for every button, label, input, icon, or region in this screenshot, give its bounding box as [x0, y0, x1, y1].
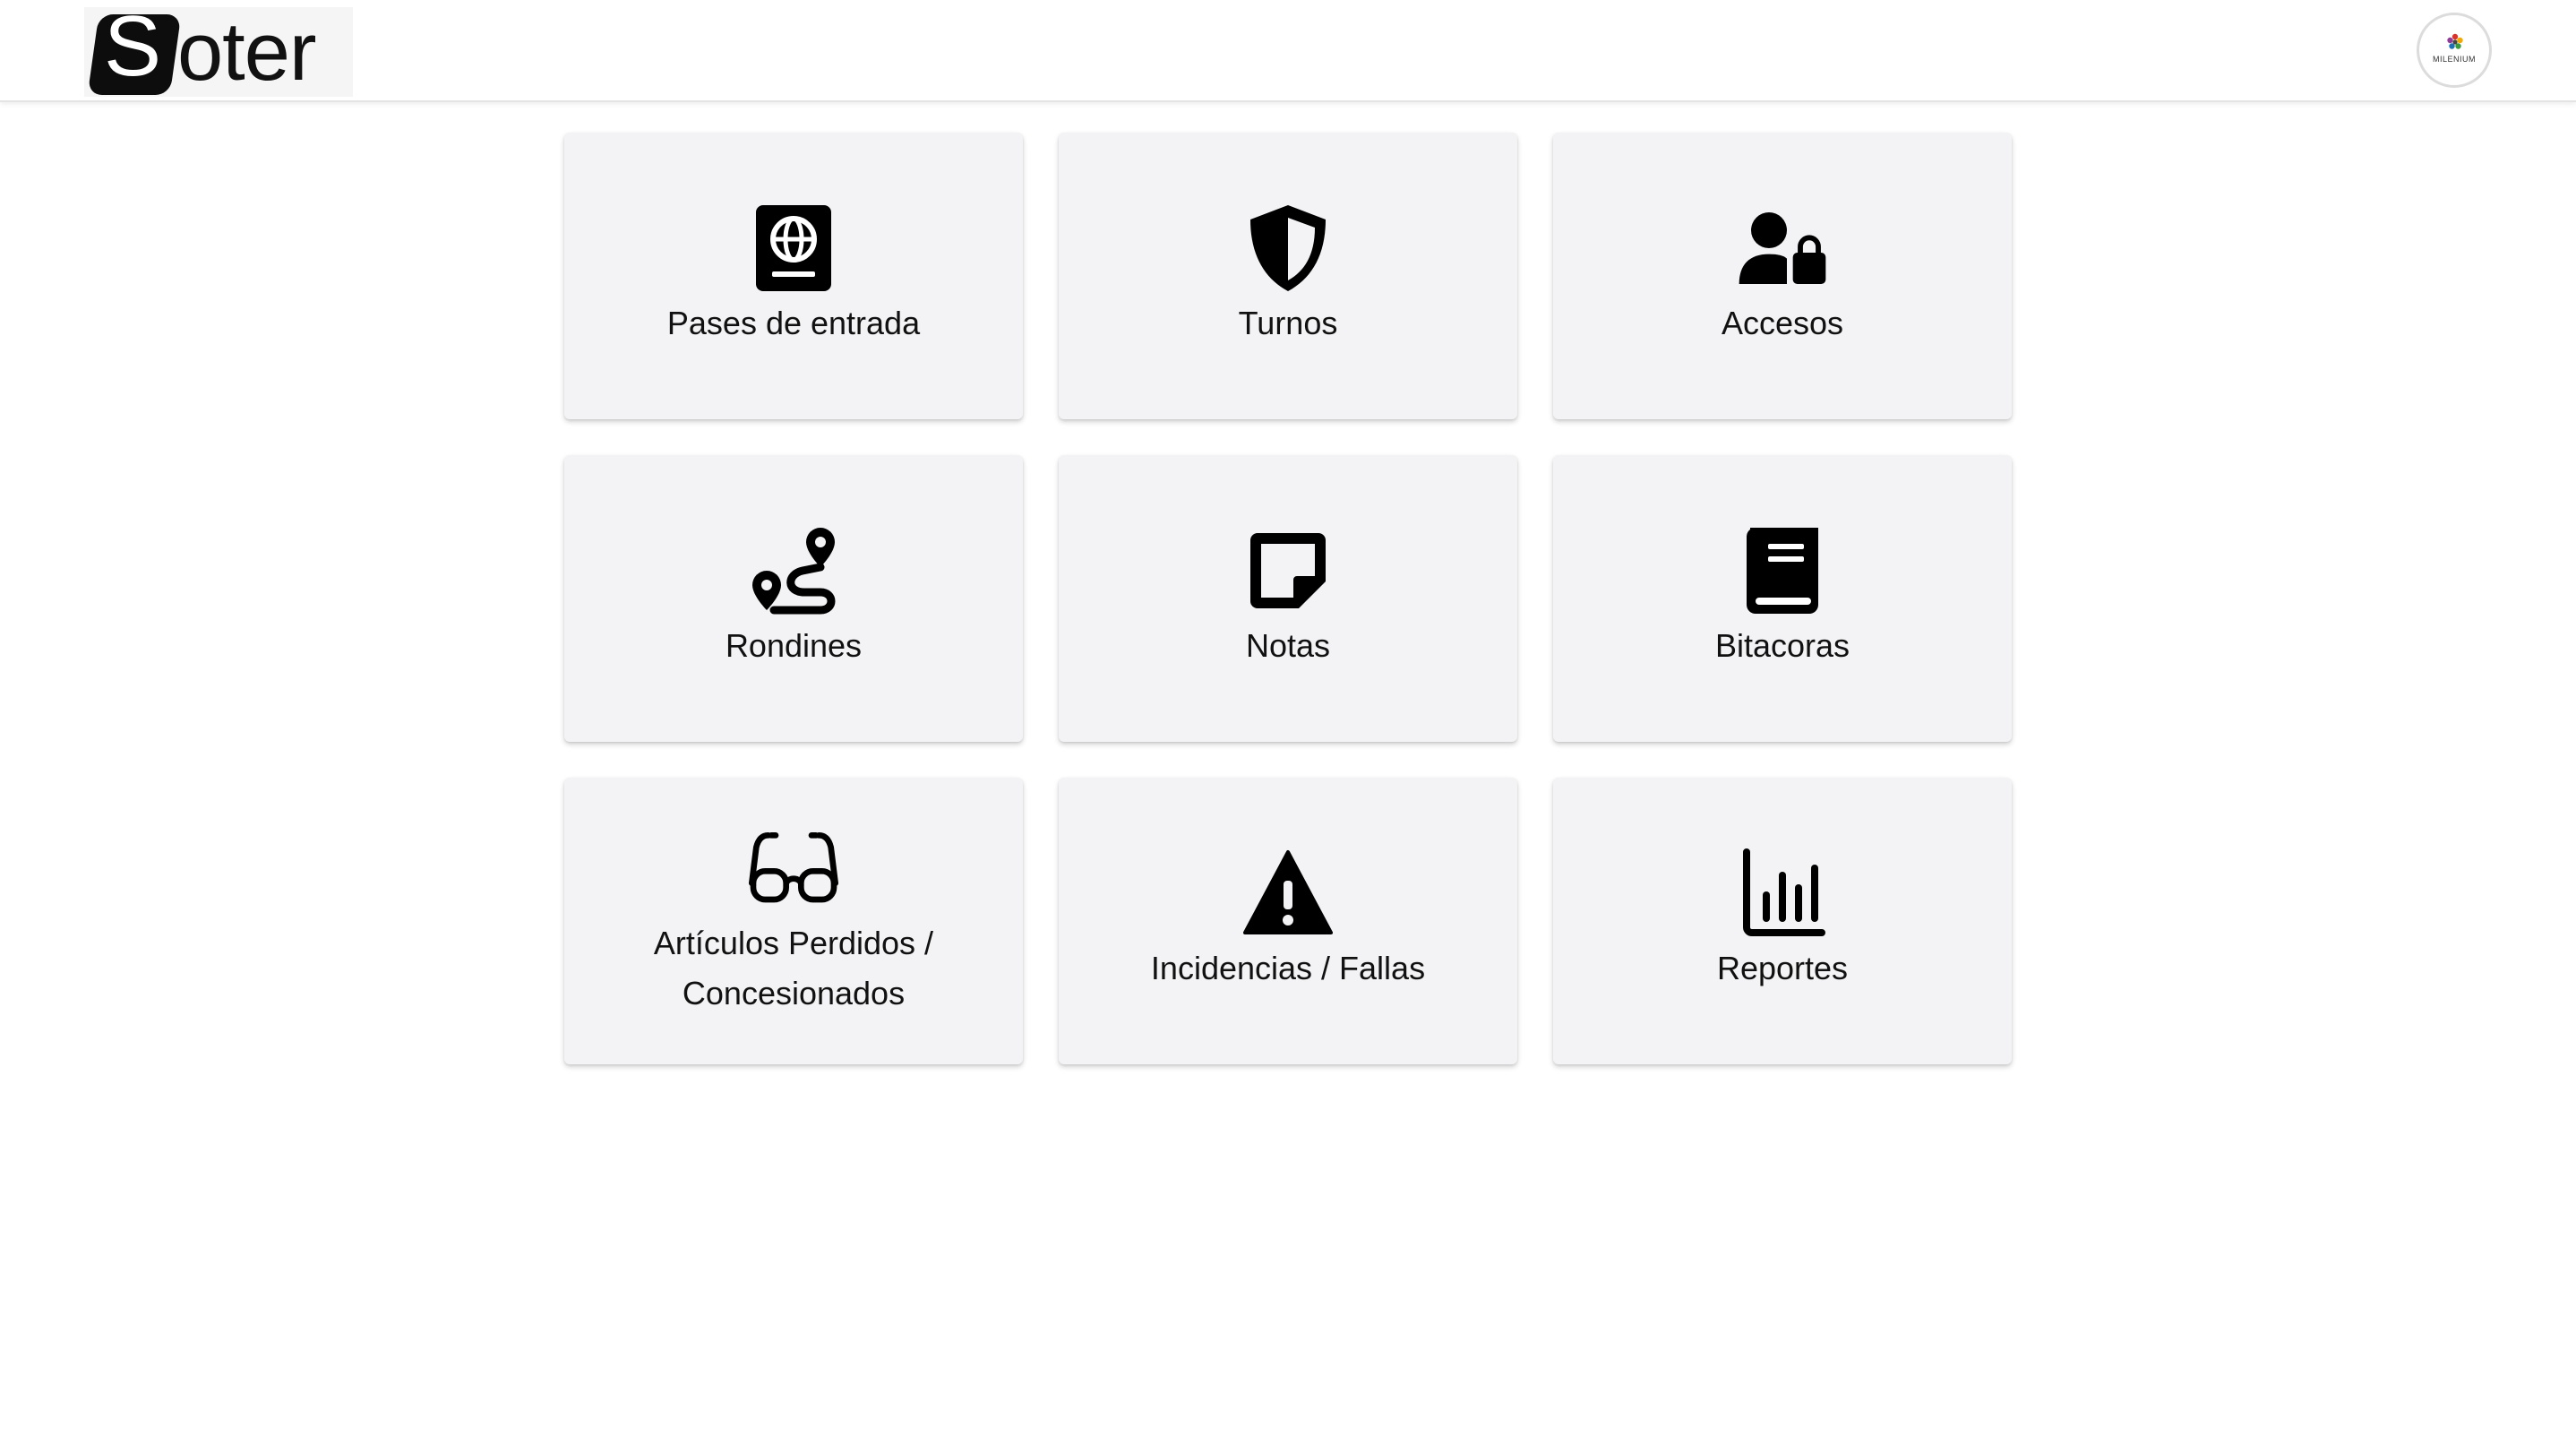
user-avatar[interactable]: MILENIUM — [2417, 13, 2492, 88]
glasses-icon — [749, 823, 838, 913]
tile-reportes[interactable]: Reportes — [1553, 778, 2012, 1064]
tile-label: Notas — [1245, 627, 1331, 664]
tile-incidencias[interactable]: Incidencias / Fallas — [1059, 778, 1517, 1064]
tile-bitacoras[interactable]: Bitacoras — [1553, 455, 2012, 742]
tile-label: Pases de entrada — [666, 305, 921, 341]
tile-label: Accesos — [1721, 305, 1844, 341]
tile-rondines[interactable]: Rondines — [564, 455, 1023, 742]
tile-label: Incidencias / Fallas — [1150, 950, 1426, 986]
shield-icon — [1243, 203, 1333, 293]
tile-notas[interactable]: Notas — [1059, 455, 1517, 742]
avatar-label: MILENIUM — [2432, 55, 2476, 64]
passport-icon — [749, 203, 838, 293]
tile-label: Artículos Perdidos / Concesionados — [653, 925, 934, 1012]
warning-icon — [1243, 848, 1333, 938]
bar-chart-icon — [1738, 848, 1827, 938]
tile-turnos[interactable]: Turnos — [1059, 133, 1517, 419]
tile-label: Turnos — [1238, 305, 1338, 341]
module-grid: Pases de entrada Turnos Accesos Rondines… — [564, 133, 2012, 1064]
logo-initial: S — [104, 0, 162, 94]
book-icon — [1738, 526, 1827, 616]
top-bar: S oter MILENIUM — [0, 0, 2576, 102]
route-icon — [749, 526, 838, 616]
tile-pases-de-entrada[interactable]: Pases de entrada — [564, 133, 1023, 419]
tile-label: Rondines — [725, 627, 863, 664]
user-lock-icon — [1738, 203, 1827, 293]
tile-label: Bitacoras — [1714, 627, 1850, 664]
tile-accesos[interactable]: Accesos — [1553, 133, 2012, 419]
tile-label: Reportes — [1716, 950, 1849, 986]
sticky-note-icon — [1243, 526, 1333, 616]
tile-articulos-perdidos[interactable]: Artículos Perdidos / Concesionados — [564, 778, 1023, 1064]
soter-logo[interactable]: S oter — [84, 2, 353, 98]
flower-logo-icon — [2447, 33, 2463, 49]
logo-wordmark: oter — [177, 6, 317, 98]
